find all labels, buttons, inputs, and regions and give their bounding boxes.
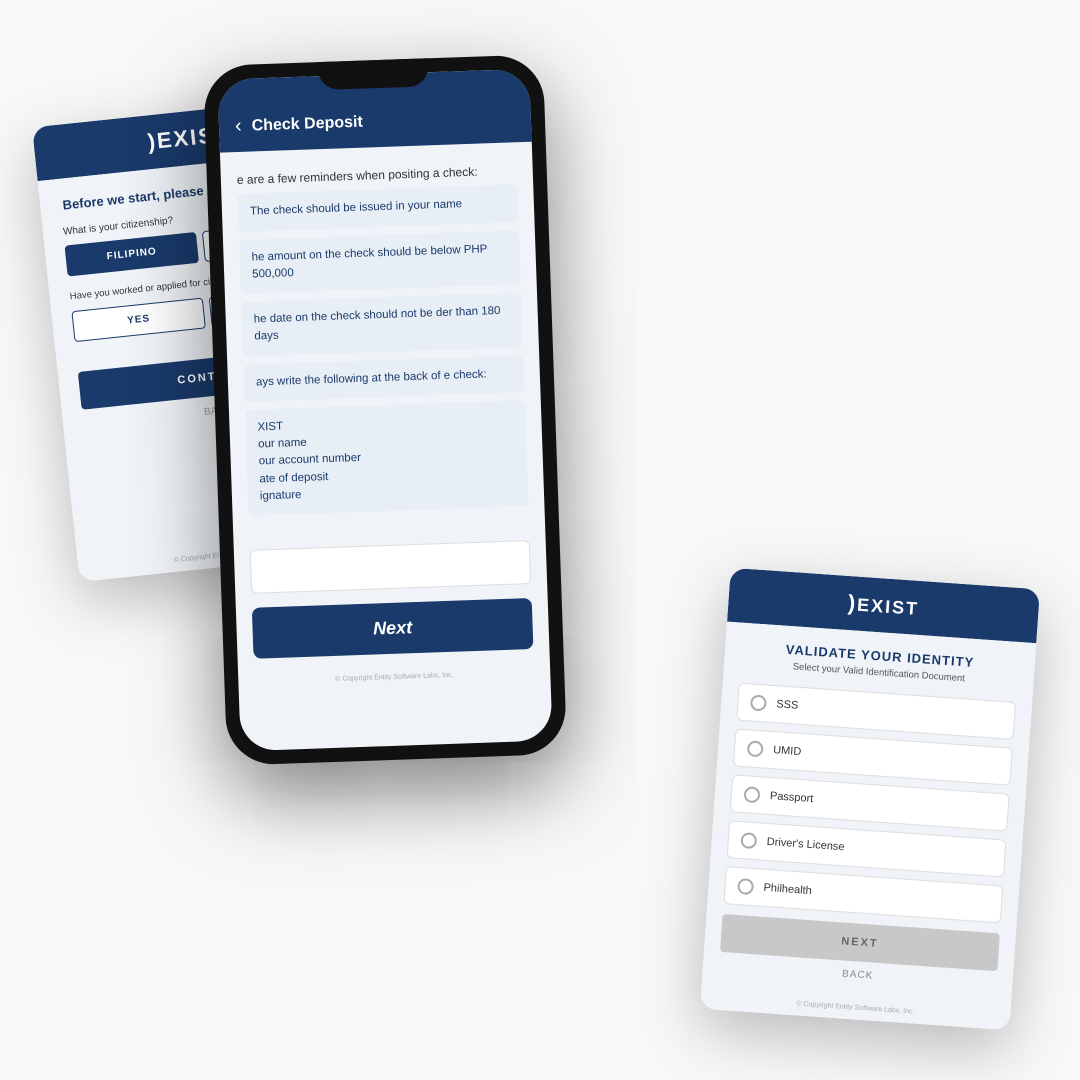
phone-outer: ‹ Check Deposit e are a few reminders wh… bbox=[203, 54, 567, 765]
next-button[interactable]: Next bbox=[252, 598, 534, 659]
reminder-4: ays write the following at the back of e… bbox=[243, 355, 524, 402]
validate-body: VALIDATE YOUR IDENTITY Select your Valid… bbox=[702, 622, 1037, 1008]
validate-logo: )EXIST bbox=[738, 582, 1029, 628]
back-icon[interactable]: ‹ bbox=[235, 115, 242, 138]
reminder-2: he amount on the check should be below P… bbox=[239, 230, 521, 294]
radio-sss[interactable] bbox=[750, 694, 767, 711]
reminder-1: The check should be issued in your name bbox=[237, 185, 518, 232]
phone-screen: ‹ Check Deposit e are a few reminders wh… bbox=[217, 69, 552, 751]
label-drivers-license: Driver's License bbox=[766, 836, 845, 853]
phone-footer: © Copyright Entity Software Labs, Inc. bbox=[238, 663, 550, 693]
label-umid: UMID bbox=[773, 744, 802, 758]
option-philhealth[interactable]: Philhealth bbox=[723, 866, 1003, 923]
phone-device: ‹ Check Deposit e are a few reminders wh… bbox=[203, 54, 567, 765]
scene: )EXIST Before we start, please select al… bbox=[0, 0, 1080, 1080]
phone-input[interactable] bbox=[250, 540, 531, 594]
phone-notch bbox=[318, 58, 429, 90]
reminder-5: XISTour nameour account numberate of dep… bbox=[245, 400, 529, 516]
work-yes-btn[interactable]: YES bbox=[71, 298, 206, 343]
label-passport: Passport bbox=[770, 790, 814, 805]
radio-philhealth[interactable] bbox=[737, 878, 754, 895]
validate-card: )EXIST VALIDATE YOUR IDENTITY Select you… bbox=[700, 568, 1040, 1031]
citizenship-filipino-btn[interactable]: FILIPINO bbox=[65, 232, 200, 277]
reminder-3: he date on the check should not be der t… bbox=[241, 292, 523, 356]
radio-drivers-license[interactable] bbox=[740, 832, 757, 849]
label-philhealth: Philhealth bbox=[763, 882, 812, 897]
check-deposit-title: Check Deposit bbox=[251, 113, 363, 135]
phone-content: e are a few reminders when positing a ch… bbox=[220, 142, 545, 543]
radio-umid[interactable] bbox=[747, 740, 764, 757]
radio-passport[interactable] bbox=[743, 786, 760, 803]
label-sss: SSS bbox=[776, 698, 799, 712]
